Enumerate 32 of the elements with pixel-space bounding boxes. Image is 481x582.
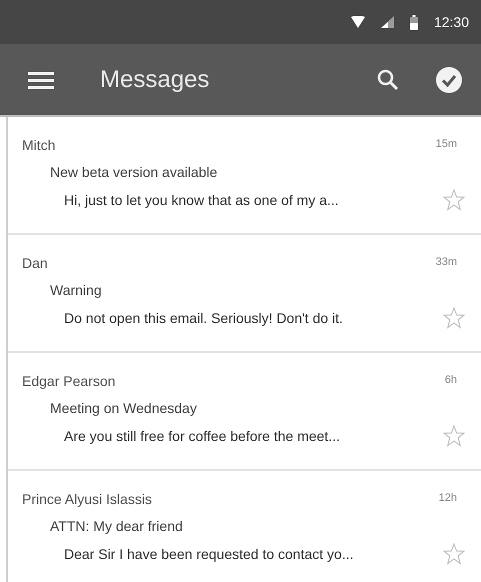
search-icon[interactable] [377, 68, 399, 90]
message-time: 33m [436, 255, 457, 270]
message-subject: New beta version available [50, 163, 218, 182]
message-item[interactable]: Dan 33m Warning Do not open this email. Seriously! Don't do it. [8, 235, 481, 353]
message-time: 12h [438, 491, 457, 506]
message-subject: Meeting on Wednesday [50, 399, 197, 418]
message-preview: Dear Sir I have been requested to contact yo... [64, 544, 354, 564]
wifi-icon [350, 16, 365, 28]
sender-name: Edgar Pearson [22, 372, 116, 391]
app-title: Messages [100, 64, 210, 94]
star-icon[interactable] [443, 189, 465, 211]
signal-icon [380, 16, 394, 28]
sender-name: Prince Alyusi Islassis [22, 490, 152, 509]
sender-name: Dan [22, 254, 48, 273]
star-icon[interactable] [443, 543, 465, 565]
star-icon[interactable] [443, 425, 465, 447]
message-item[interactable]: Prince Alyusi Islassis 12h ATTN: My dear friend Dear Sir I have been requested to contact yo... [8, 471, 481, 582]
message-item[interactable]: Edgar Pearson 6h Meeting on Wednesday Are you still free for coffee before the meet... [8, 353, 481, 471]
menu-icon[interactable] [28, 70, 54, 88]
message-subject: ATTN: My dear friend [50, 517, 183, 536]
message-preview: Hi, just to let you know that as one of my a... [64, 190, 339, 210]
check-circle-icon[interactable] [435, 66, 463, 94]
status-time: 12:30 [434, 12, 469, 32]
message-preview: Are you still free for coffee before the meet... [64, 426, 340, 446]
message-time: 6h [444, 373, 457, 388]
message-subject: Warning [50, 281, 102, 300]
star-icon[interactable] [443, 307, 465, 329]
message-time: 15m [436, 137, 457, 152]
message-preview: Do not open this email. Seriously! Don't do it. [64, 308, 343, 328]
message-item[interactable]: Mitch 15m New beta version available Hi, just to let you know that as one of my a... [8, 117, 481, 235]
battery-icon [410, 14, 418, 30]
sender-name: Mitch [22, 136, 56, 155]
